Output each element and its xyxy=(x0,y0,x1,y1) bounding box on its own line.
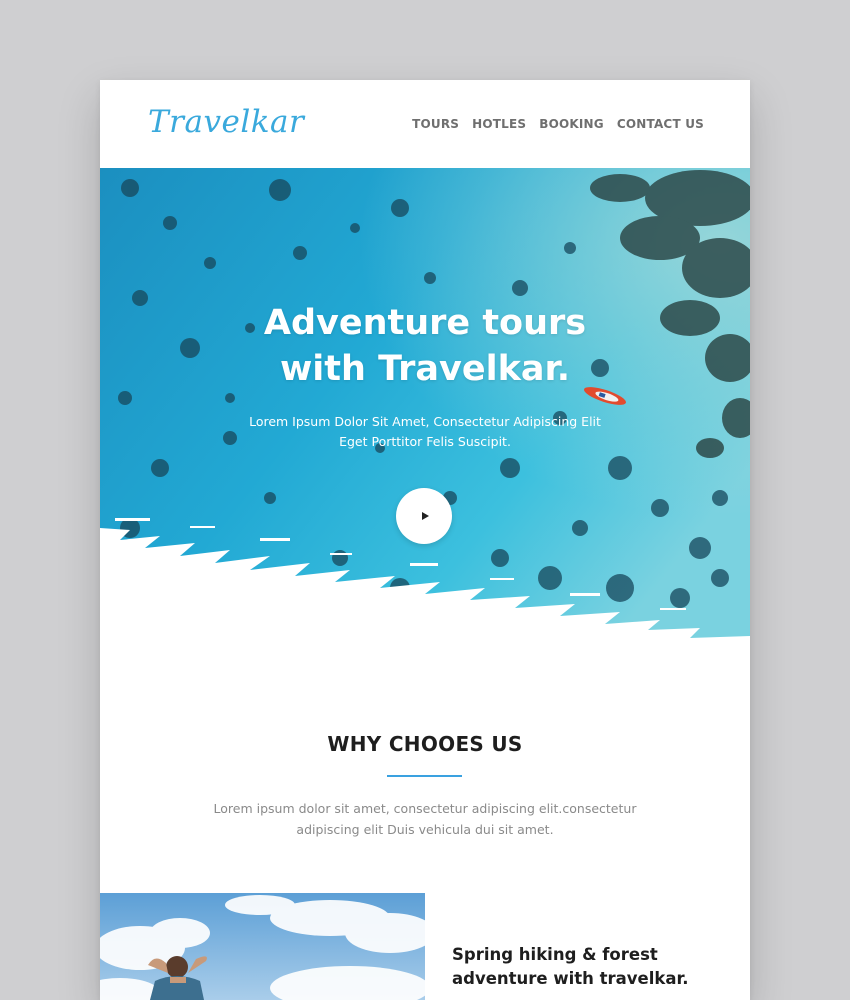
play-button[interactable] xyxy=(396,488,452,544)
nav-item-hotels[interactable]: HOTLES xyxy=(472,117,526,131)
hero-subtitle-line1: Lorem Ipsum Dolor Sit Amet, Consectetur … xyxy=(249,414,601,429)
section-description-line2: adipiscing elit Duis vehicula dui sit am… xyxy=(296,822,554,837)
section-description-line1: Lorem ipsum dolor sit amet, consectetur … xyxy=(213,801,637,816)
hero-title: Adventure tours with Travelkar. xyxy=(100,300,750,392)
title-underline xyxy=(387,775,462,777)
hero-subtitle: Lorem Ipsum Dolor Sit Amet, Consectetur … xyxy=(100,412,750,452)
hero-title-line2: with Travelkar. xyxy=(279,349,571,389)
logo[interactable]: Travelkar xyxy=(148,104,304,140)
main-nav: TOURS HOTLES BOOKING CONTACT US xyxy=(412,117,704,131)
hiking-image xyxy=(100,893,425,1000)
nav-item-contact[interactable]: CONTACT US xyxy=(617,117,704,131)
feature-title-line2: adventure with travelkar. xyxy=(452,969,689,988)
nav-item-tours[interactable]: TOURS xyxy=(412,117,459,131)
play-icon xyxy=(422,512,429,520)
nav-item-booking[interactable]: BOOKING xyxy=(539,117,604,131)
section-description: Lorem ipsum dolor sit amet, consectetur … xyxy=(100,798,750,840)
hero-subtitle-line2: Eget Porttitor Felis Suscipit. xyxy=(339,434,511,449)
hero-banner: Adventure tours with Travelkar. Lorem Ip… xyxy=(100,168,750,668)
section-title: WHY CHOOES US xyxy=(327,732,523,756)
page-backdrop: Travelkar TOURS HOTLES BOOKING CONTACT U… xyxy=(0,0,850,1000)
email-template-card: Travelkar TOURS HOTLES BOOKING CONTACT U… xyxy=(100,80,750,1000)
feature-title: Spring hiking & forest adventure with tr… xyxy=(452,943,732,991)
header: Travelkar TOURS HOTLES BOOKING CONTACT U… xyxy=(100,80,750,168)
hero-title-line1: Adventure tours xyxy=(263,303,587,343)
feature-title-line1: Spring hiking & forest xyxy=(452,945,658,964)
hiker-sky-photo xyxy=(100,893,425,1000)
